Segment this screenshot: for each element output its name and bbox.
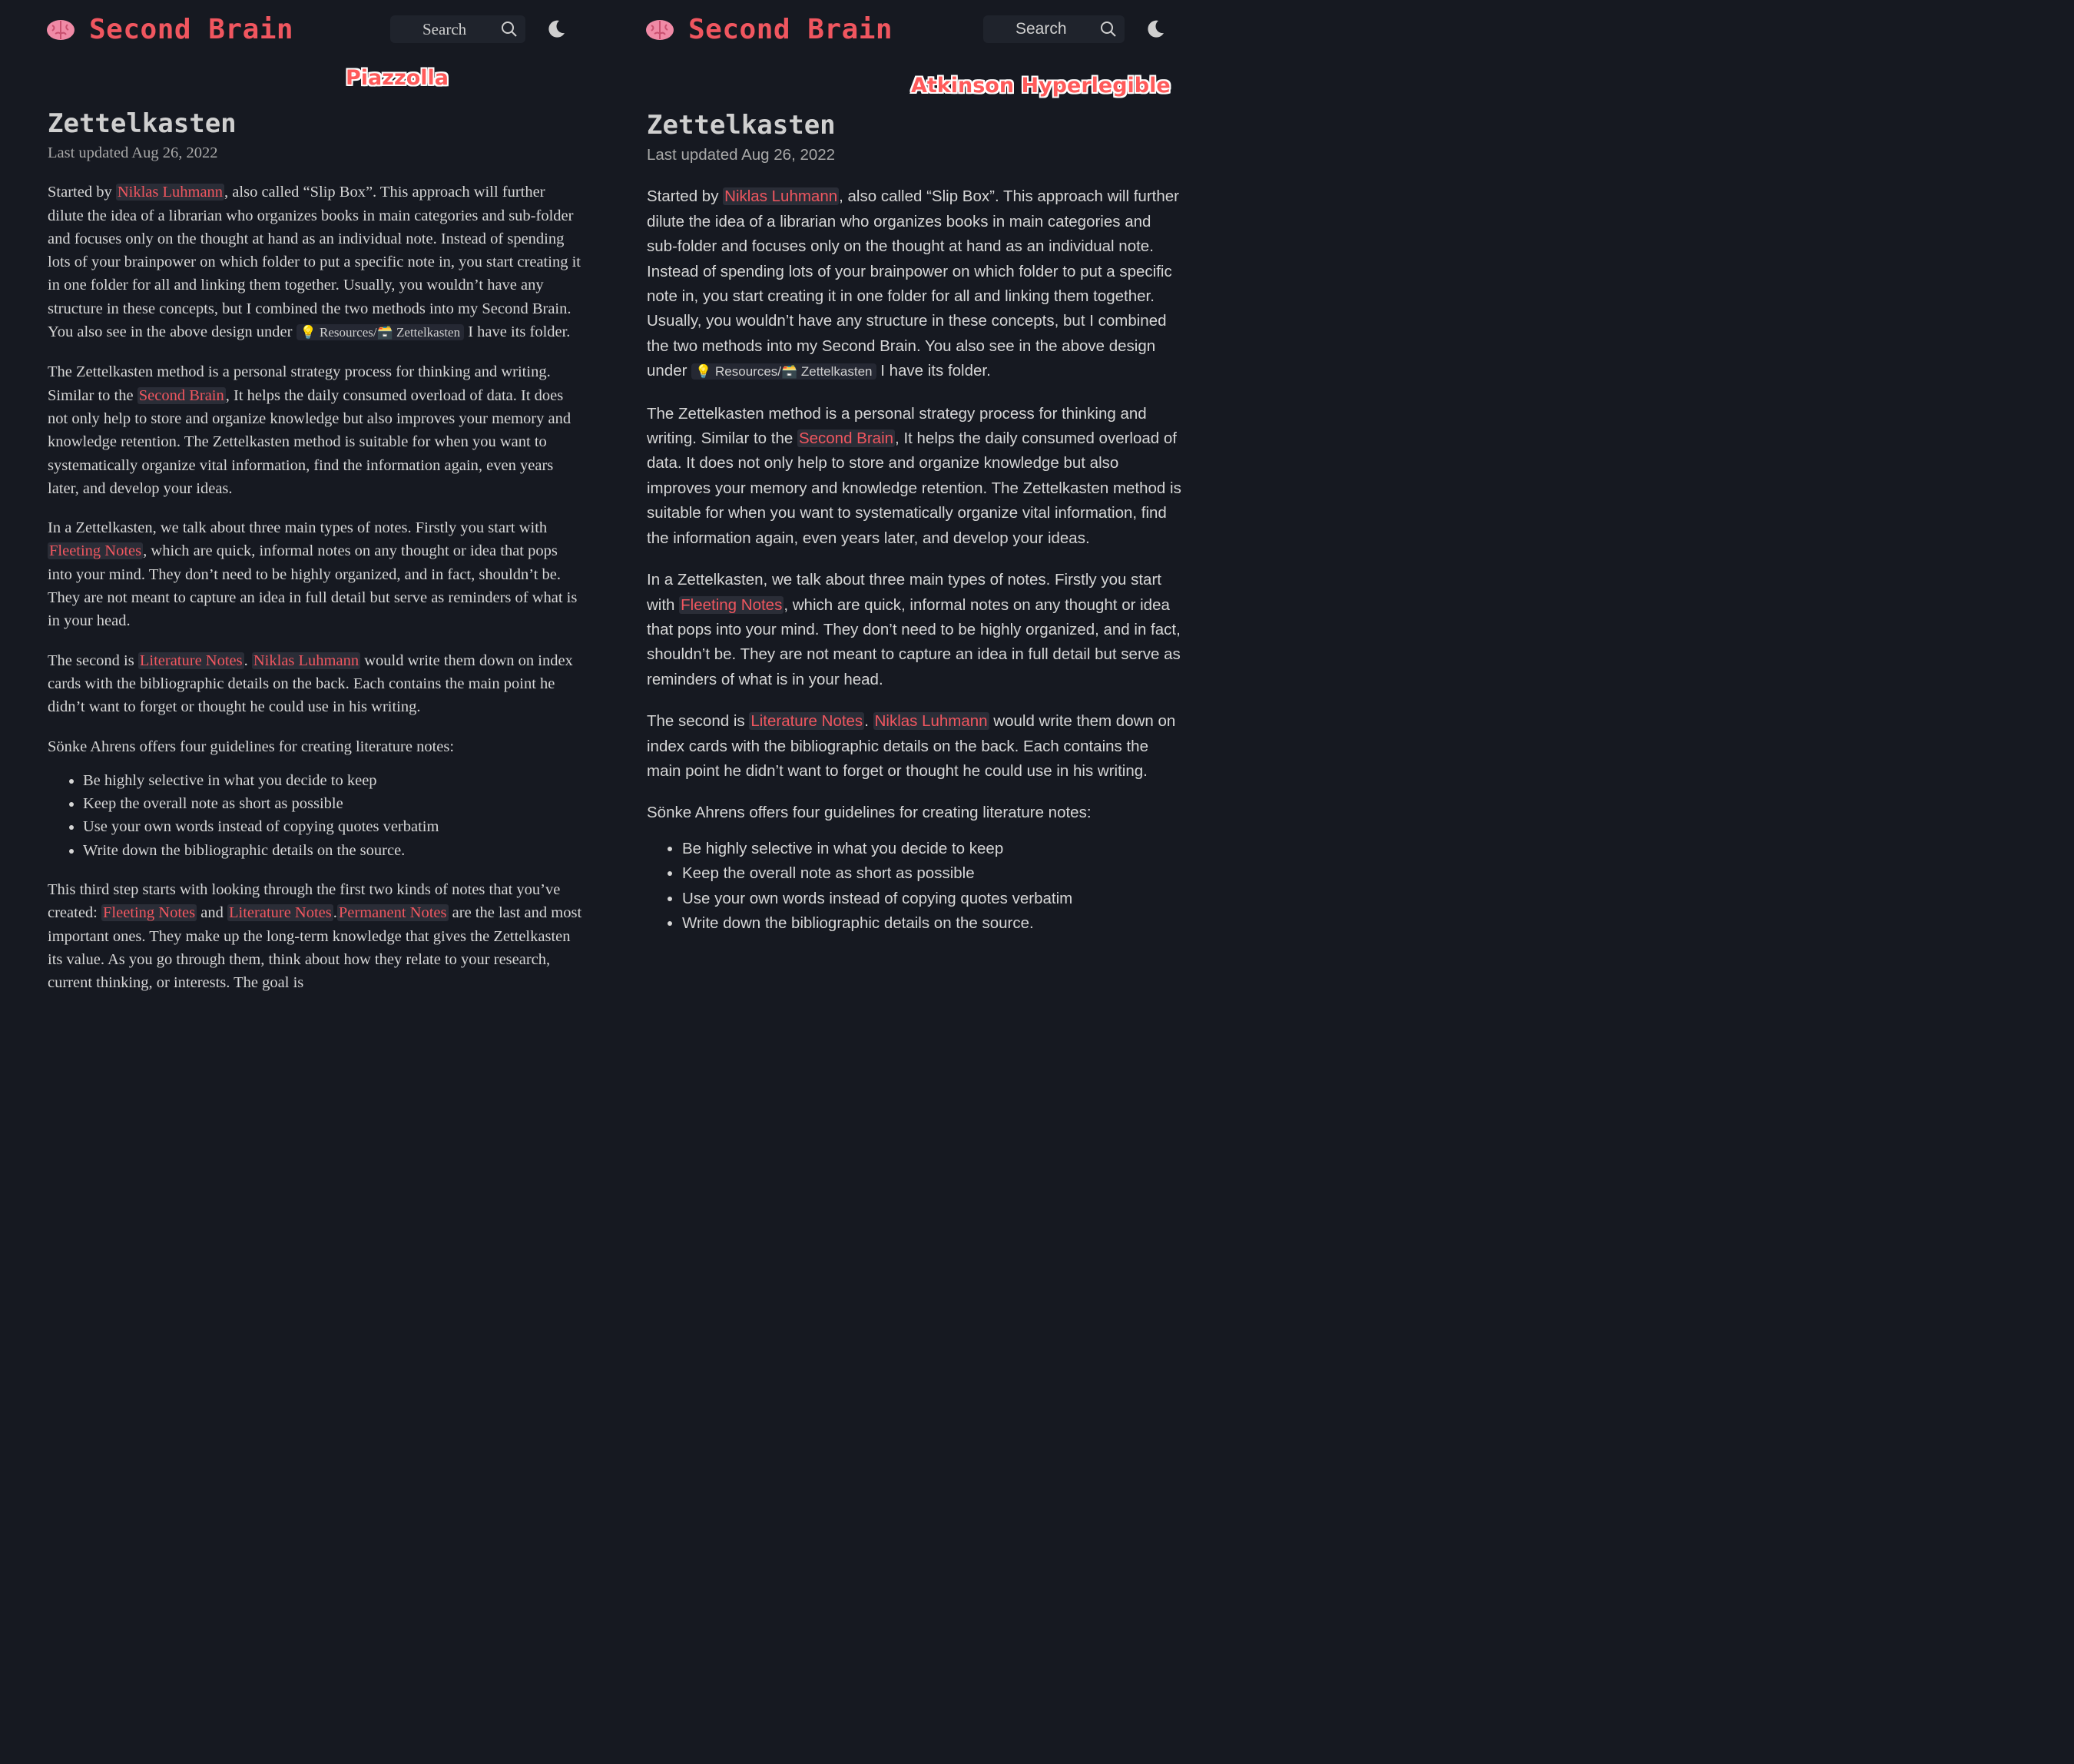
- site-title: Second Brain: [688, 14, 893, 45]
- list-item: Write down the bibliographic details on …: [83, 839, 582, 862]
- last-updated: Last updated Aug 26, 2022: [647, 146, 836, 164]
- list-item: Be highly selective in what you decide t…: [83, 769, 582, 792]
- site-brand[interactable]: Second Brain: [645, 14, 893, 45]
- link-niklas-luhmann[interactable]: Niklas Luhmann: [723, 187, 840, 206]
- font-name-tag: Atkinson Hyperlegible: [911, 74, 1171, 98]
- paragraph: The Zettelkasten method is a personal st…: [48, 363, 572, 497]
- search-button[interactable]: Search: [390, 15, 525, 43]
- brain-icon: [646, 19, 674, 40]
- last-updated: Last updated Aug 26, 2022: [48, 144, 218, 161]
- article: Zettelkasten Last updated Aug 26, 2022 S…: [647, 108, 1181, 936]
- list-item: Be highly selective in what you decide t…: [682, 837, 1181, 861]
- list-item: Keep the overall note as short as possib…: [682, 861, 1181, 886]
- paragraph: Started by Niklas Luhmann, also called “…: [48, 184, 581, 341]
- site-header: Second Brain Search: [645, 11, 1204, 49]
- link-permanent-notes[interactable]: Permanent Notes: [336, 904, 449, 922]
- link-niklas-luhmann[interactable]: Niklas Luhmann: [251, 652, 361, 669]
- dark-mode-toggle-icon[interactable]: [545, 18, 567, 40]
- font-name-tag: Piazzolla: [346, 66, 449, 90]
- dark-mode-toggle-icon[interactable]: [1145, 18, 1166, 40]
- list-item: Use your own words instead of copying qu…: [682, 887, 1181, 911]
- paragraph: Sönke Ahrens offers four guidelines for …: [48, 738, 455, 755]
- paragraph: In a Zettelkasten, we talk about three m…: [48, 519, 578, 630]
- paragraph: In a Zettelkasten, we talk about three m…: [647, 571, 1181, 688]
- panel-piazzolla: Second Brain Search Piazzolla Zettelkast…: [0, 0, 615, 1024]
- paragraph: The second is Literature Notes. Niklas L…: [647, 712, 1176, 780]
- site-brand[interactable]: Second Brain: [46, 14, 293, 45]
- search-icon: [1101, 22, 1116, 37]
- link-second-brain[interactable]: Second Brain: [797, 429, 896, 448]
- link-literature-notes[interactable]: Literature Notes: [227, 904, 333, 922]
- paragraph: This third step starts with looking thro…: [48, 881, 582, 992]
- search-button[interactable]: Search: [983, 15, 1125, 43]
- paragraph: Started by Niklas Luhmann, also called “…: [647, 187, 1179, 380]
- list-item: Write down the bibliographic details on …: [682, 911, 1181, 936]
- link-fleeting-notes[interactable]: Fleeting Notes: [101, 904, 197, 922]
- link-fleeting-notes[interactable]: Fleeting Notes: [48, 542, 144, 560]
- paragraph: The second is Literature Notes. Niklas L…: [48, 652, 573, 716]
- folder-path-code: 💡 Resources/🗃️ Zettelkasten: [691, 363, 876, 380]
- guidelines-list: Be highly selective in what you decide t…: [48, 769, 582, 862]
- article: Zettelkasten Last updated Aug 26, 2022 S…: [48, 106, 582, 995]
- folder-path-code: 💡 Resources/🗃️ Zettelkasten: [296, 324, 465, 341]
- link-fleeting-notes[interactable]: Fleeting Notes: [679, 595, 784, 614]
- page-title: Zettelkasten: [647, 110, 836, 141]
- site-header: Second Brain Search: [46, 11, 615, 49]
- link-literature-notes[interactable]: Literature Notes: [137, 652, 244, 669]
- link-literature-notes[interactable]: Literature Notes: [749, 712, 865, 731]
- search-icon: [502, 22, 517, 37]
- paragraph: The Zettelkasten method is a personal st…: [647, 404, 1181, 547]
- list-item: Use your own words instead of copying qu…: [83, 815, 582, 838]
- link-niklas-luhmann[interactable]: Niklas Luhmann: [115, 184, 225, 201]
- page-title: Zettelkasten: [48, 108, 237, 139]
- brain-icon: [47, 19, 75, 40]
- list-item: Keep the overall note as short as possib…: [83, 792, 582, 815]
- comparison-view: Second Brain Search Piazzolla Zettelkast…: [0, 0, 1204, 1024]
- guidelines-list: Be highly selective in what you decide t…: [647, 837, 1181, 937]
- search-label: Search: [422, 19, 467, 38]
- link-second-brain[interactable]: Second Brain: [137, 386, 226, 404]
- link-niklas-luhmann[interactable]: Niklas Luhmann: [873, 712, 989, 731]
- panel-atkinson-hyperlegible: Second Brain Search Atkinson Hyperlegibl…: [599, 0, 1204, 1024]
- site-title: Second Brain: [89, 14, 294, 45]
- search-label: Search: [1015, 20, 1067, 38]
- paragraph: Sönke Ahrens offers four guidelines for …: [647, 804, 1092, 822]
